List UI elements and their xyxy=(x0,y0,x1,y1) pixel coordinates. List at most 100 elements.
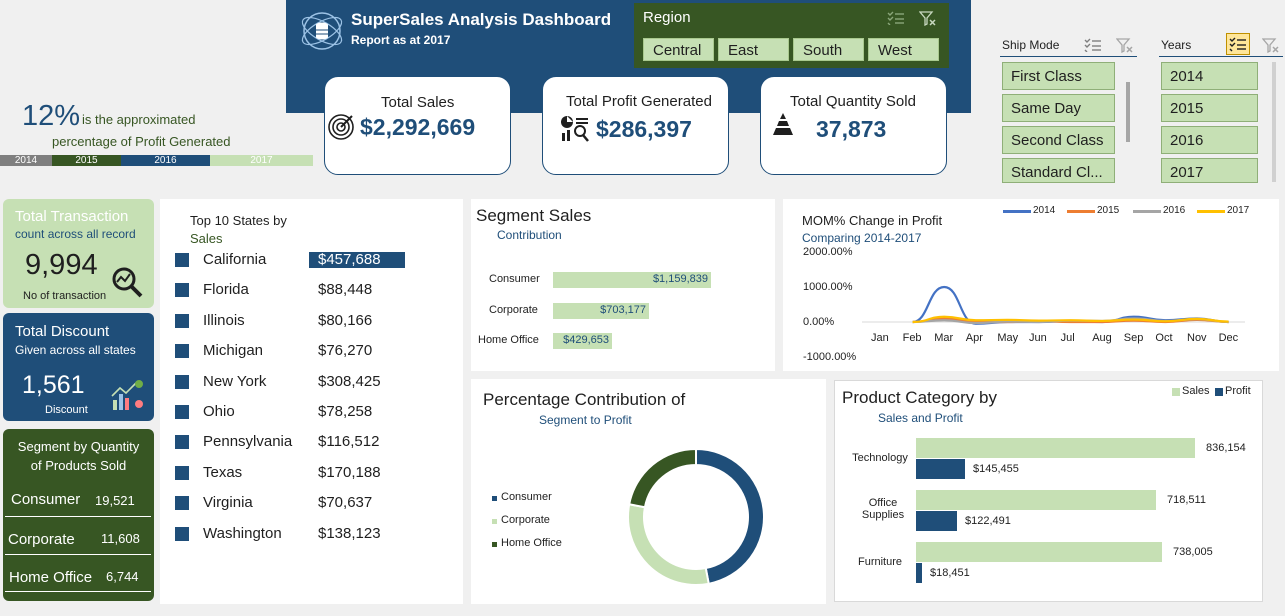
segment-quantity-title1: Segment by Quantity xyxy=(17,439,140,454)
seg-qty-homeoffice-value: 6,744 xyxy=(106,569,139,584)
seg-qty-consumer-value: 19,521 xyxy=(95,493,135,508)
years-clear-filter-icon[interactable] xyxy=(1262,38,1280,53)
state-marker-icon xyxy=(175,344,189,359)
total-profit-label: Total Profit Generated xyxy=(566,93,712,110)
year-bar-2014: 2014 xyxy=(0,155,52,166)
segment-sales-category: Home Office xyxy=(478,334,539,346)
legend-sales-swatch xyxy=(1172,388,1180,396)
state-sales-value: $70,637 xyxy=(318,494,373,512)
pct-contrib-legend-label: Consumer xyxy=(501,491,552,503)
state-sales-value: $88,448 xyxy=(318,281,373,299)
mom-x-tick: Sep xyxy=(1123,332,1144,344)
legend-profit-label: Profit xyxy=(1225,385,1251,397)
region-option-south[interactable]: South xyxy=(793,38,864,61)
total-quantity-label-a: Total Quantity xyxy=(790,93,886,110)
profit-percentage-text1: is the approximated xyxy=(82,112,196,127)
mom-x-tick: May xyxy=(997,332,1019,344)
profit-percentage-value: 12% xyxy=(22,100,81,132)
state-name: Pennsylvania xyxy=(203,433,293,451)
ship-mode-first-class[interactable]: First Class xyxy=(1002,62,1115,90)
total-transaction-subtitle: count across all record xyxy=(15,227,136,241)
ship-mode-standard-class[interactable]: Standard Cl... xyxy=(1002,158,1115,183)
state-name: New York xyxy=(203,372,267,390)
years-scrollbar[interactable] xyxy=(1272,62,1276,182)
app-title: SuperSales Analysis Dashboard xyxy=(351,10,612,29)
state-sales-value: $170,188 xyxy=(318,463,381,481)
pct-contrib-subtitle: Segment to Profit xyxy=(539,413,632,427)
year-bar-2016: 2016 xyxy=(121,155,210,166)
state-name: Washington xyxy=(203,524,282,542)
state-marker-icon xyxy=(175,496,189,511)
profit-analytics-icon xyxy=(561,116,589,142)
years-option-2017[interactable]: 2017 xyxy=(1161,158,1258,183)
product-category-title: Product Category by xyxy=(842,388,997,407)
product-sales-value: 738,005 xyxy=(1173,546,1213,558)
total-quantity-label-b: Sold xyxy=(885,93,916,110)
state-marker-icon xyxy=(175,283,189,298)
segment-sales-bar: $1,159,839 xyxy=(553,272,711,288)
pyramid-icon xyxy=(773,113,793,135)
state-marker-icon xyxy=(175,435,189,450)
years-option-2014[interactable]: 2014 xyxy=(1161,62,1258,90)
product-profit-value: $18,451 xyxy=(930,567,970,579)
product-category-label: Office Supplies xyxy=(861,497,905,521)
years-divider xyxy=(1159,56,1283,57)
mom-x-tick: Oct xyxy=(1155,332,1173,344)
product-sales-bar xyxy=(916,438,1195,458)
mom-y-tick: 1000.00% xyxy=(803,281,853,293)
mom-x-tick: Apr xyxy=(965,332,983,344)
legend-sales-label: Sales xyxy=(1182,385,1210,397)
state-marker-icon xyxy=(175,253,189,267)
region-option-east[interactable]: East xyxy=(718,38,789,61)
segment-sales-category: Consumer xyxy=(489,273,540,285)
state-sales-value: $76,270 xyxy=(318,342,373,360)
mom-title: MOM% Change in Profit xyxy=(802,213,943,228)
ship-mode-title: Ship Mode xyxy=(1002,38,1060,52)
seg-qty-homeoffice-name: Home Office xyxy=(9,569,93,586)
ship-mode-multi-select-icon[interactable] xyxy=(1084,38,1102,52)
state-name: Michigan xyxy=(203,342,264,360)
total-transaction-value: 9,994 xyxy=(25,249,98,281)
total-discount-subtitle: Given across all states xyxy=(15,343,136,357)
ship-mode-same-day[interactable]: Same Day xyxy=(1002,94,1115,122)
clear-filter-icon[interactable] xyxy=(919,11,937,26)
seg-qty-divider-2 xyxy=(5,554,151,555)
ship-mode-scrollbar[interactable] xyxy=(1126,82,1130,142)
multi-select-icon[interactable] xyxy=(887,11,905,25)
segment-sales-subtitle: Contribution xyxy=(497,228,562,242)
mom-legend-label: 2017 xyxy=(1227,205,1250,216)
total-quantity-label: Total Quantity Sold xyxy=(790,93,916,110)
pct-contrib-legend-label: Corporate xyxy=(501,514,550,526)
total-discount-footer: Discount xyxy=(45,404,88,416)
year-bar-2015: 2015 xyxy=(52,155,121,166)
mom-legend-label: 2014 xyxy=(1033,205,1056,216)
product-sales-bar xyxy=(916,542,1162,562)
mom-x-tick: Aug xyxy=(1092,332,1112,344)
mom-x-tick: Dec xyxy=(1218,332,1239,344)
mom-x-tick: Mar xyxy=(934,332,954,344)
years-option-2016[interactable]: 2016 xyxy=(1161,126,1258,154)
state-marker-icon xyxy=(175,405,189,419)
mom-subtitle: Comparing 2014-2017 xyxy=(802,231,922,245)
pct-contrib-legend-swatch xyxy=(492,496,497,501)
app-subtitle: Report as at 2017 xyxy=(351,33,451,47)
ship-mode-clear-filter-icon[interactable] xyxy=(1116,38,1134,53)
mom-y-tick: 2000.00% xyxy=(803,246,853,258)
state-name: Virginia xyxy=(203,494,253,512)
search-chart-icon xyxy=(112,267,143,298)
database-logo-icon xyxy=(301,12,343,50)
pct-contrib-slice xyxy=(628,447,697,509)
total-transaction-footer: No of transaction xyxy=(23,290,107,302)
region-option-central[interactable]: Central xyxy=(643,38,714,61)
years-multi-select-icon[interactable] xyxy=(1226,33,1250,55)
region-option-west[interactable]: West xyxy=(868,38,939,61)
total-quantity-value: 37,873 xyxy=(816,116,887,142)
state-name: Illinois xyxy=(203,311,245,329)
top-states-title2: Sales xyxy=(190,231,223,246)
ship-mode-second-class[interactable]: Second Class xyxy=(1002,126,1115,154)
years-option-2015[interactable]: 2015 xyxy=(1161,94,1258,122)
mom-x-tick: Jul xyxy=(1060,332,1075,344)
state-name: Ohio xyxy=(203,403,235,420)
total-profit-value: $286,397 xyxy=(596,116,692,142)
state-marker-icon xyxy=(175,374,189,389)
